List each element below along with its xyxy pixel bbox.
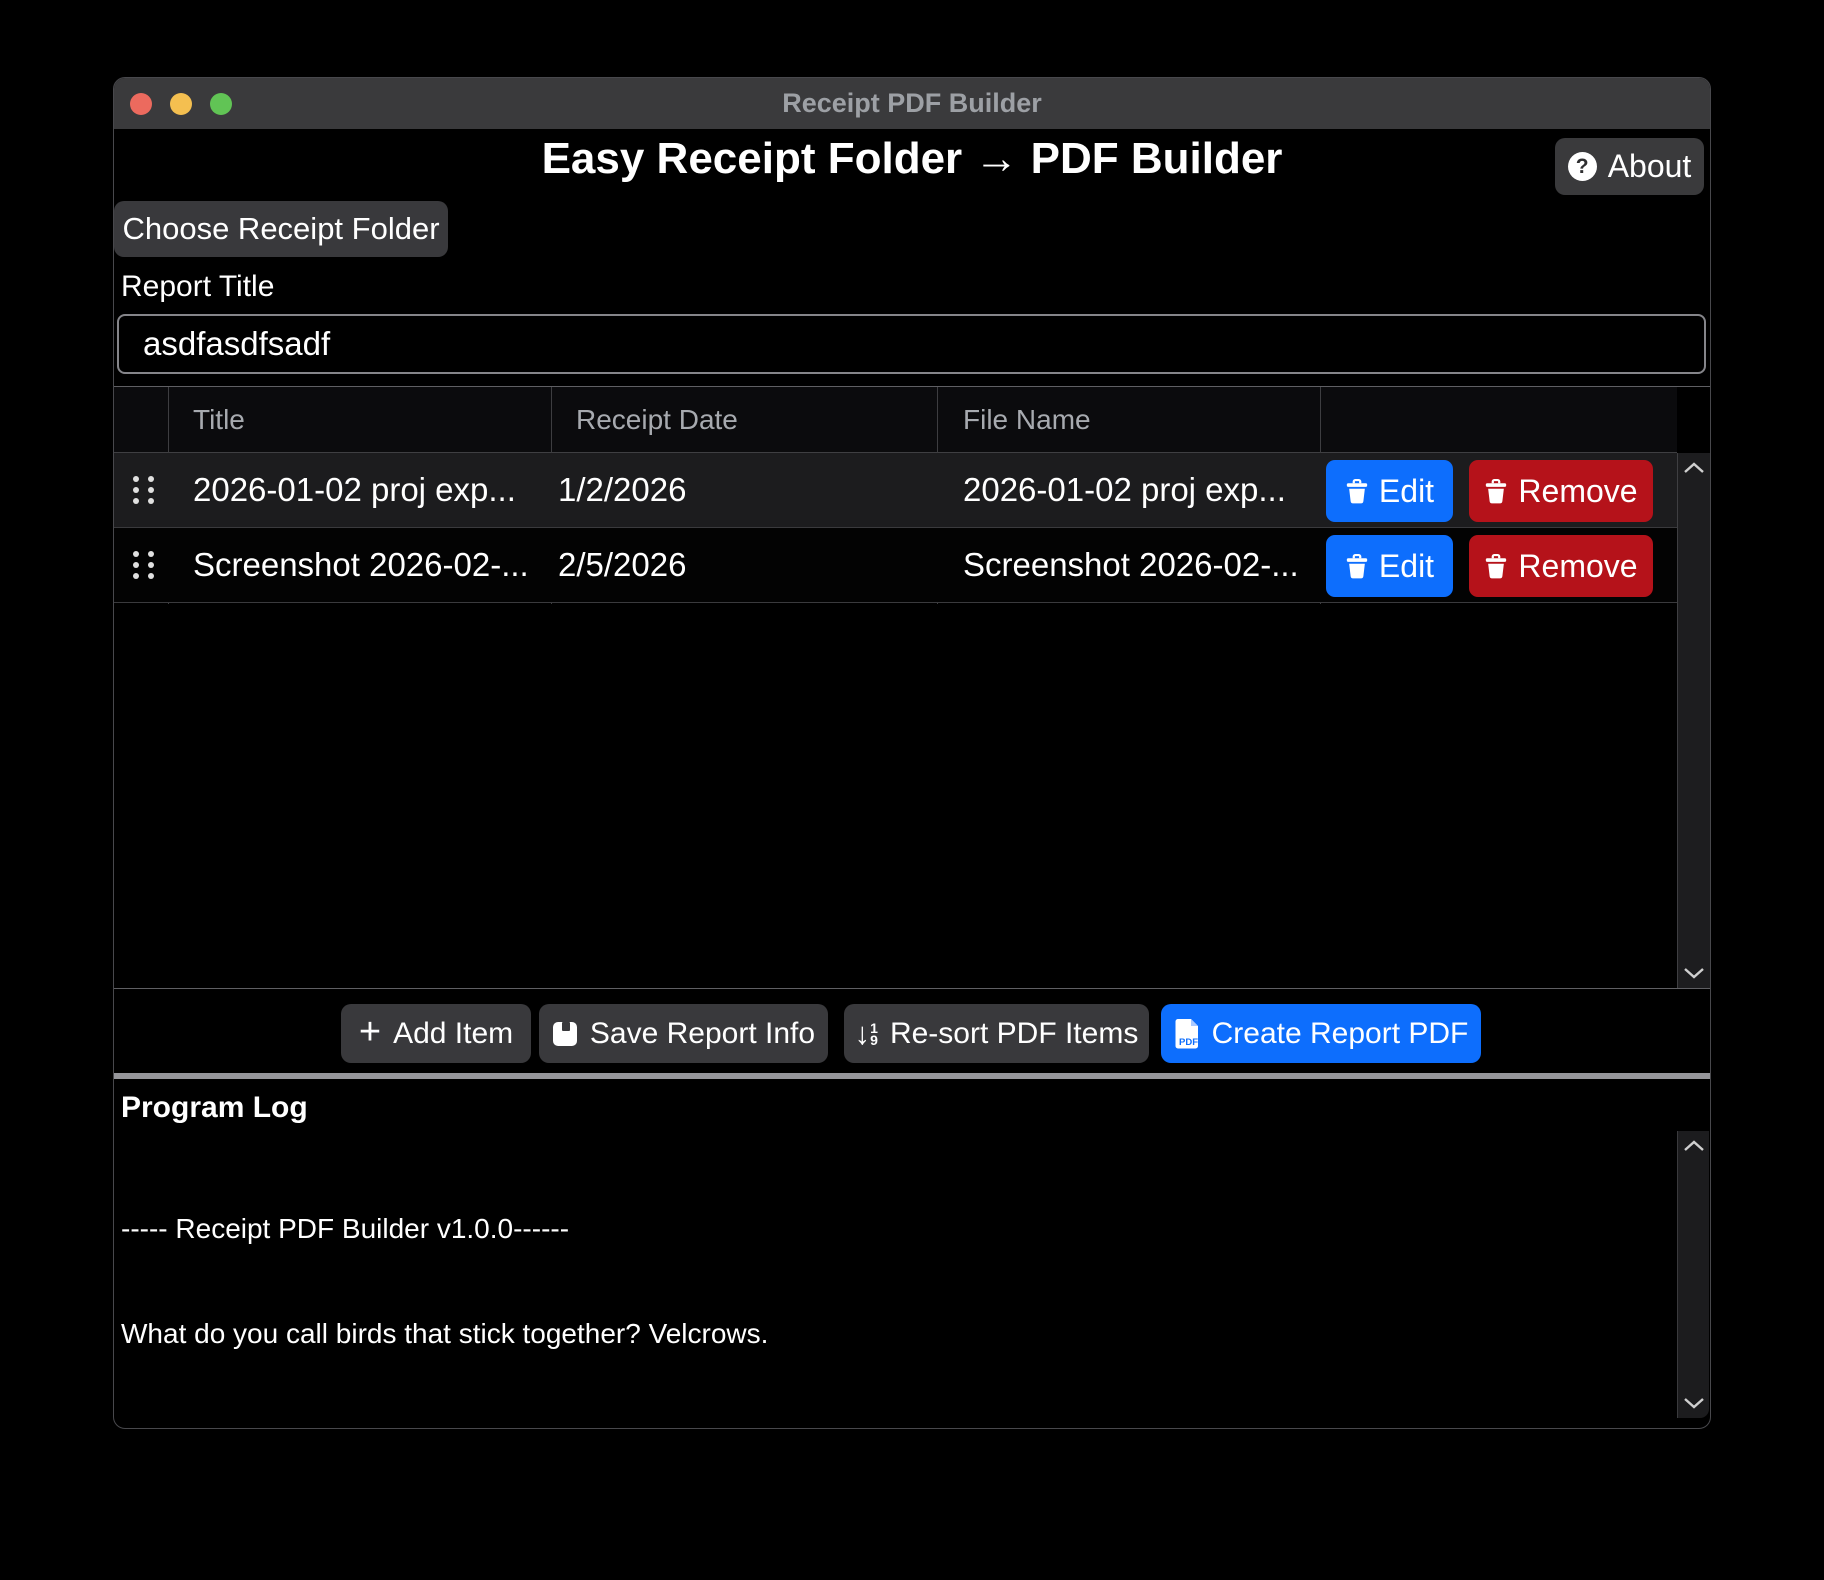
program-log-output[interactable]: ----- Receipt PDF Builder v1.0.0------ W… (121, 1141, 1665, 1429)
choose-receipt-folder-button[interactable]: Choose Receipt Folder (114, 201, 448, 257)
log-line: ----- Receipt PDF Builder v1.0.0------ (121, 1211, 1665, 1246)
table-scrollbar[interactable] (1677, 453, 1710, 988)
log-line: What do you call birds that stick togeth… (121, 1316, 1665, 1351)
drag-handle-icon[interactable] (133, 476, 154, 504)
edit-button-label: Edit (1379, 473, 1434, 510)
cell-file-name: 2026-01-02 proj exp... (963, 453, 1286, 527)
remove-button[interactable]: Remove (1469, 535, 1653, 597)
create-report-pdf-label: Create Report PDF (1212, 1017, 1469, 1051)
window-title: Receipt PDF Builder (114, 78, 1710, 129)
trash-icon (1345, 478, 1369, 505)
table-row[interactable]: 2026-01-02 proj exp... 1/2/2026 2026-01-… (114, 453, 1677, 528)
resort-pdf-items-label: Re-sort PDF Items (890, 1017, 1138, 1051)
about-button-label: About (1608, 148, 1692, 185)
drag-handle-icon[interactable] (133, 551, 154, 579)
zoom-button[interactable] (210, 93, 232, 115)
create-report-pdf-button[interactable]: PDF Create Report PDF (1161, 1004, 1481, 1063)
trash-icon (1484, 553, 1508, 580)
items-table: Title Receipt Date File Name 2026-01-02 … (114, 386, 1710, 989)
program-log-title: Program Log (121, 1091, 308, 1125)
pdf-file-icon: PDF (1174, 1018, 1200, 1049)
trash-icon (1484, 478, 1508, 505)
save-icon (552, 1021, 578, 1047)
edit-button-label: Edit (1379, 548, 1434, 585)
cell-receipt-date: 2/5/2026 (558, 528, 686, 602)
column-header-date[interactable]: Receipt Date (576, 387, 738, 453)
add-item-label: Add Item (393, 1017, 513, 1051)
scroll-up-icon[interactable] (1683, 1140, 1705, 1152)
page-title: Easy Receipt Folder → PDF Builder (114, 134, 1710, 184)
edit-button[interactable]: Edit (1326, 535, 1453, 597)
save-report-info-label: Save Report Info (590, 1017, 815, 1051)
cell-title: 2026-01-02 proj exp... (193, 453, 516, 527)
remove-button[interactable]: Remove (1469, 460, 1653, 522)
remove-button-label: Remove (1518, 473, 1637, 510)
log-line: ------------------------------------- (121, 1421, 1665, 1429)
desktop-background: Receipt PDF Builder Easy Receipt Folder … (0, 0, 1824, 1580)
sort-numeric-down-icon: ↓ 19 (855, 1018, 878, 1049)
scroll-up-icon[interactable] (1683, 462, 1705, 474)
add-item-button[interactable]: + Add Item (341, 1004, 531, 1063)
table-header-row: Title Receipt Date File Name (114, 387, 1677, 453)
close-button[interactable] (130, 93, 152, 115)
edit-button[interactable]: Edit (1326, 460, 1453, 522)
splitter-handle[interactable] (114, 1073, 1710, 1079)
trash-icon (1345, 553, 1369, 580)
plus-icon: + (359, 1013, 381, 1051)
minimize-button[interactable] (170, 93, 192, 115)
about-button[interactable]: ? About (1555, 138, 1704, 195)
report-title-label: Report Title (121, 270, 274, 304)
svg-text:PDF: PDF (1179, 1037, 1198, 1048)
report-title-input[interactable] (117, 314, 1706, 374)
cell-receipt-date: 1/2/2026 (558, 453, 686, 527)
question-circle-icon: ? (1568, 152, 1597, 181)
table-row[interactable]: Screenshot 2026-02-... 2/5/2026 Screensh… (114, 528, 1677, 603)
cell-title: Screenshot 2026-02-... (193, 528, 529, 602)
column-header-title[interactable]: Title (193, 387, 245, 453)
save-report-info-button[interactable]: Save Report Info (539, 1004, 828, 1063)
scroll-down-icon[interactable] (1683, 1397, 1705, 1409)
log-scrollbar[interactable] (1677, 1131, 1709, 1418)
scroll-down-icon[interactable] (1683, 967, 1705, 979)
remove-button-label: Remove (1518, 548, 1637, 585)
resort-pdf-items-button[interactable]: ↓ 19 Re-sort PDF Items (844, 1004, 1149, 1063)
cell-file-name: Screenshot 2026-02-... (963, 528, 1299, 602)
app-window: Receipt PDF Builder Easy Receipt Folder … (113, 77, 1711, 1429)
column-header-file[interactable]: File Name (963, 387, 1091, 453)
titlebar: Receipt PDF Builder (114, 78, 1710, 129)
